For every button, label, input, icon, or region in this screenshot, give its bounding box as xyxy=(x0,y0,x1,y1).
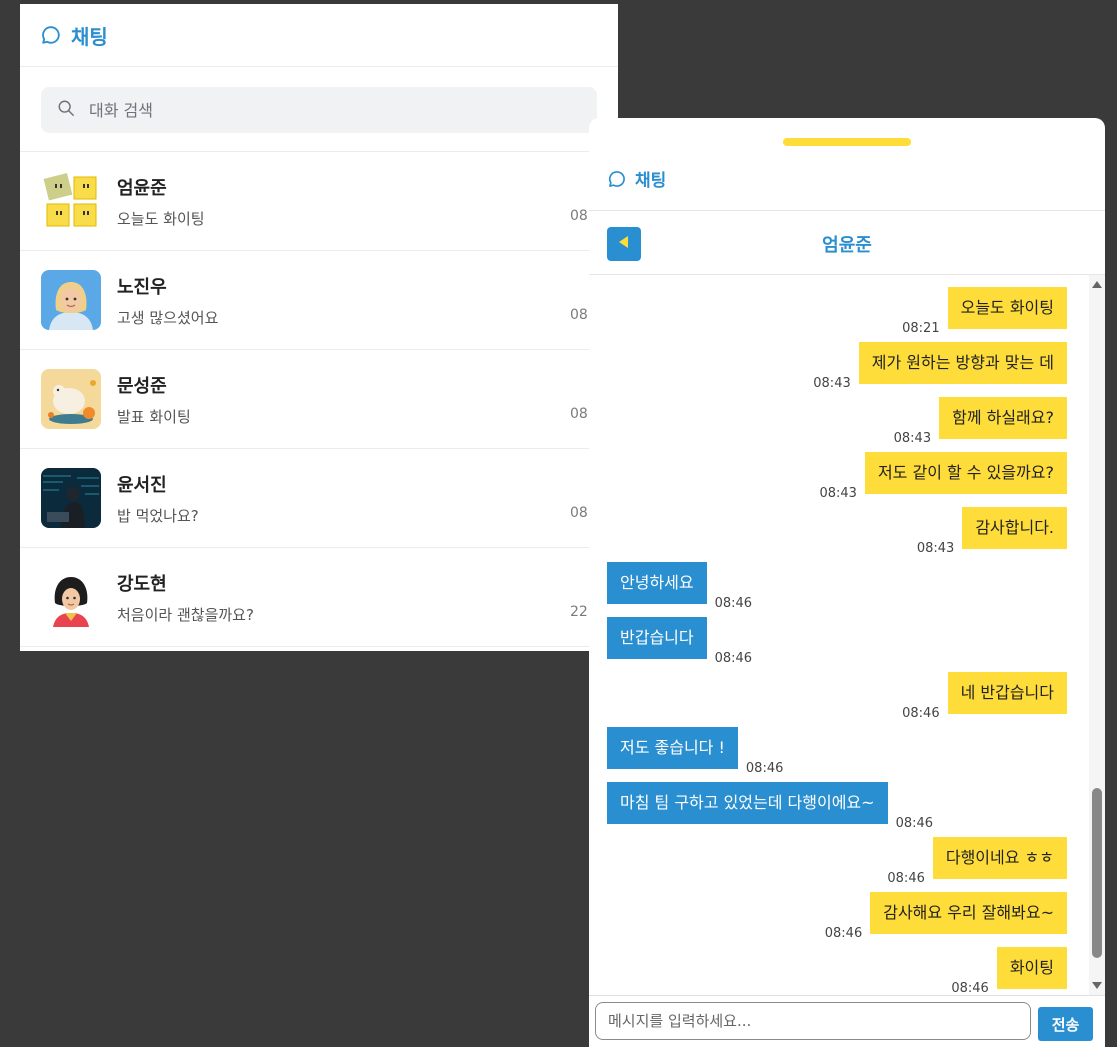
message-time: 08:46 xyxy=(745,761,784,776)
avatar xyxy=(41,567,101,627)
app-title: 채팅 xyxy=(71,24,108,49)
message-time: 08:46 xyxy=(895,816,934,831)
message-bubble: 화이팅 xyxy=(996,947,1067,989)
message-time: 08:43 xyxy=(893,431,932,446)
message-composer: 전송 xyxy=(589,995,1105,1047)
conversation-item[interactable]: 윤서진 밥 먹었나요? 08:20 xyxy=(20,449,618,548)
message-time: 08:21 xyxy=(902,321,940,336)
conversation-last-message: 고생 많으셨어요 xyxy=(117,308,219,327)
message-row: 안녕하세요 08:46 xyxy=(607,562,752,611)
chat-bubble-icon xyxy=(40,24,62,46)
chat-window: 채팅 엄윤준 08:21 오늘도 화이팅 08:43 제가 원하는 방향과 맞는… xyxy=(589,118,1105,1047)
avatar xyxy=(41,468,101,528)
chat-bubble-icon xyxy=(607,169,627,189)
message-row: 08:43 제가 원하는 방향과 맞는 데 xyxy=(813,342,1067,391)
message-bubble: 다행이네요 ㅎㅎ xyxy=(932,837,1067,879)
message-bubble: 네 반갑습니다 xyxy=(947,672,1067,714)
list-header: 채팅 xyxy=(20,4,618,67)
message-bubble: 저도 같이 할 수 있을까요? xyxy=(864,452,1067,494)
message-bubble: 마침 팀 구하고 있었는데 다행이에요~ xyxy=(607,782,888,824)
message-row: 08:46 감사해요 우리 잘해봐요~ xyxy=(825,892,1067,941)
message-time: 08:46 xyxy=(902,706,940,721)
message-row: 08:46 네 반갑습니다 xyxy=(902,672,1067,721)
message-row: 08:43 함께 하실래요? xyxy=(894,397,1067,446)
message-bubble: 오늘도 화이팅 xyxy=(947,287,1067,329)
avatar xyxy=(41,171,101,231)
conversation-last-message: 발표 화이팅 xyxy=(117,407,191,426)
chat-partner-name: 엄윤준 xyxy=(822,235,872,256)
scroll-down-arrow-icon[interactable] xyxy=(1092,982,1102,989)
search-area xyxy=(20,67,618,152)
conversation-last-message: 오늘도 화이팅 xyxy=(117,209,205,228)
message-time: 08:43 xyxy=(819,486,857,501)
message-row: 반갑습니다 08:46 xyxy=(607,617,752,666)
message-time: 08:46 xyxy=(824,926,863,941)
conversation-name: 문성준 xyxy=(117,375,167,397)
conversation-item[interactable]: 노진우 고생 많으셨어요 08:20 xyxy=(20,251,618,350)
message-bubble: 감사합니다. xyxy=(962,507,1067,549)
search-input[interactable] xyxy=(87,99,561,121)
message-list: 08:21 오늘도 화이팅 08:43 제가 원하는 방향과 맞는 데 08:4… xyxy=(589,275,1105,995)
message-bubble: 제가 원하는 방향과 맞는 데 xyxy=(858,342,1067,384)
conversation-name: 윤서진 xyxy=(117,474,167,496)
conversation-item[interactable]: 문성준 발표 화이팅 08:20 xyxy=(20,350,618,449)
search-icon xyxy=(57,99,75,121)
app-title: 채팅 xyxy=(635,171,667,191)
message-time: 08:46 xyxy=(887,871,925,886)
app-brand: 채팅 xyxy=(40,21,108,50)
message-row: 08:43 감사합니다. xyxy=(917,507,1067,556)
message-row: 마침 팀 구하고 있었는데 다행이에요~ 08:46 xyxy=(607,782,933,831)
message-row: 08:46 화이팅 xyxy=(951,947,1067,995)
message-bubble: 반갑습니다 xyxy=(607,617,707,659)
message-bubble: 안녕하세요 xyxy=(607,562,707,604)
message-bubble: 저도 좋습니다 ! xyxy=(607,727,738,769)
conversation-name: 강도현 xyxy=(117,573,167,595)
message-row: 08:43 저도 같이 할 수 있을까요? xyxy=(819,452,1067,501)
app-brand: 채팅 xyxy=(607,166,666,191)
avatar xyxy=(41,270,101,330)
message-row: 08:21 오늘도 화이팅 xyxy=(902,287,1067,336)
message-time: 08:43 xyxy=(813,376,851,391)
drag-handle[interactable] xyxy=(783,138,911,146)
conversation-list-panel: 채팅 엄윤준 오늘도 화이팅 08:21 xyxy=(20,4,618,651)
conversation-item[interactable]: 강도현 처음이라 괜찮을까요? 22:03 xyxy=(20,548,618,647)
message-time: 08:46 xyxy=(714,651,753,666)
send-button[interactable]: 전송 xyxy=(1038,1007,1093,1041)
chat-window-header: 채팅 xyxy=(607,166,666,191)
message-time: 08:46 xyxy=(714,596,753,611)
conversation-last-message: 밥 먹었나요? xyxy=(117,506,199,525)
conversation-name: 엄윤준 xyxy=(117,177,167,199)
message-bubble: 감사해요 우리 잘해봐요~ xyxy=(870,892,1067,934)
scrollbar-thumb[interactable] xyxy=(1092,788,1102,958)
message-input[interactable] xyxy=(595,1002,1031,1040)
message-row: 저도 좋습니다 ! 08:46 xyxy=(607,727,783,776)
message-bubble: 함께 하실래요? xyxy=(939,397,1067,439)
scroll-up-arrow-icon[interactable] xyxy=(1092,281,1102,288)
search-box[interactable] xyxy=(41,87,597,133)
conversation-item[interactable]: 엄윤준 오늘도 화이팅 08:21 xyxy=(20,152,618,251)
conversation-name: 노진우 xyxy=(117,276,167,298)
message-time: 08:46 xyxy=(951,981,989,995)
scrollbar[interactable] xyxy=(1089,275,1105,995)
avatar xyxy=(41,369,101,429)
message-row: 08:46 다행이네요 ㅎㅎ xyxy=(887,837,1067,886)
conversation-last-message: 처음이라 괜찮을까요? xyxy=(117,605,254,624)
chat-header: 엄윤준 xyxy=(589,211,1105,275)
message-time: 08:43 xyxy=(916,541,955,556)
